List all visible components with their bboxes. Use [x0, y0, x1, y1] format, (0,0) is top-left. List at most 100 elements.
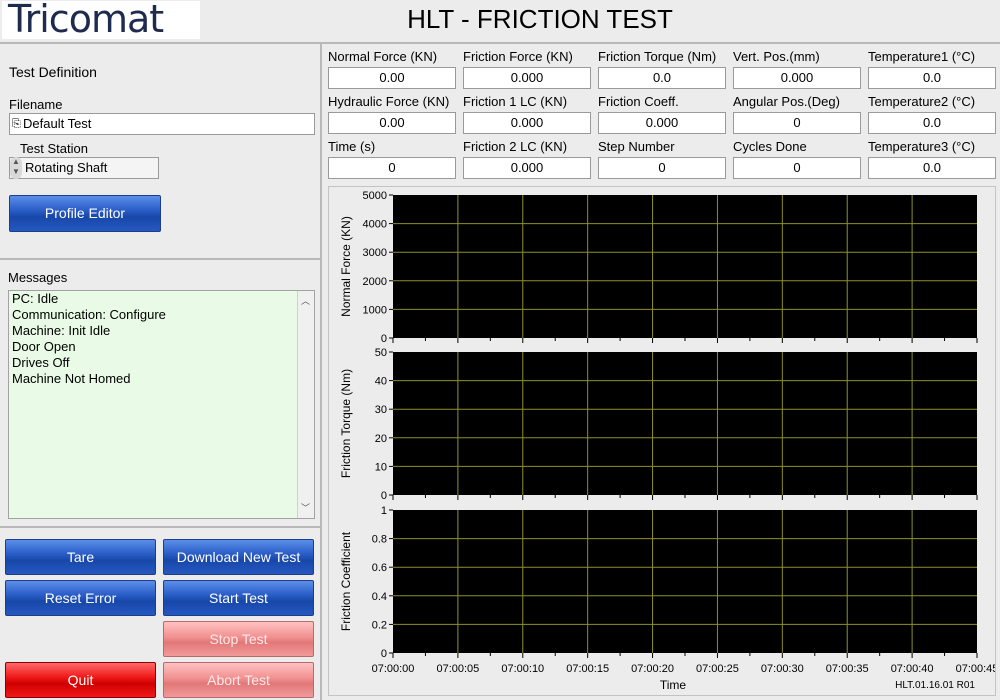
message-line: Machine: Init Idle — [12, 323, 111, 338]
page-title: HLT - FRICTION TEST — [407, 4, 673, 34]
x-tick-label: 07:00:15 — [566, 663, 609, 675]
plot-area — [393, 352, 977, 495]
scroll-up-icon[interactable]: ︿ — [301, 294, 310, 307]
readout-value: 0.000 — [463, 112, 591, 134]
y-tick-label: 0.8 — [372, 534, 387, 546]
y-tick-label: 4000 — [363, 219, 387, 231]
x-tick-label: 07:00:00 — [372, 663, 415, 675]
readout-value: 0.000 — [463, 67, 591, 89]
filename-value: Default Test — [23, 116, 92, 131]
y-axis-label: Friction Coefficient — [339, 531, 353, 631]
readout-label: Friction 1 LC (KN) — [463, 94, 568, 109]
plot-area — [393, 195, 977, 338]
readout-label: Temperature1 (°C) — [868, 49, 976, 64]
y-tick-label: 1000 — [363, 304, 387, 316]
readout-label: Time (s) — [328, 139, 376, 154]
station-spinner-icon[interactable]: ▲ ▼ — [10, 157, 22, 179]
x-tick-label: 07:00:30 — [761, 663, 804, 675]
readout-value: 0 — [733, 112, 861, 134]
y-tick-label: 2000 — [363, 276, 387, 288]
readout-label: Vert. Pos.(mm) — [733, 49, 820, 64]
readout-label: Friction Force (KN) — [463, 49, 573, 64]
readout-value: 0 — [733, 157, 861, 179]
messages-list[interactable]: PC: Idle Communication: Configure Machine:… — [8, 290, 315, 519]
readout-value: 0.00 — [328, 112, 456, 134]
y-tick-label: 10 — [375, 461, 387, 473]
messages-heading: Messages — [8, 270, 68, 285]
messages-scrollbar[interactable]: ︿ ﹀ — [297, 291, 314, 518]
message-line: PC: Idle — [12, 291, 59, 306]
tare-button[interactable]: Tare — [5, 539, 156, 575]
readout-label: Cycles Done — [733, 139, 807, 154]
readout-label: Hydraulic Force (KN) — [328, 94, 450, 109]
y-tick-label: 0 — [381, 333, 387, 345]
readout-value: 0.0 — [868, 157, 996, 179]
y-tick-label: 40 — [375, 376, 387, 388]
y-tick-label: 5000 — [363, 190, 387, 202]
x-tick-label: 07:00:05 — [436, 663, 479, 675]
x-tick-label: 07:00:25 — [696, 663, 739, 675]
y-tick-label: 0 — [381, 648, 387, 660]
readout-value: 0.0 — [868, 67, 996, 89]
y-tick-label: 50 — [375, 347, 387, 359]
x-tick-label: 07:00:10 — [501, 663, 544, 675]
charts-panel: 0 1000 2000 3000 4000 5000 Normal Force (KN) 0 1… — [328, 186, 996, 696]
readout-value: 0.00 — [328, 67, 456, 89]
abort-test-button[interactable]: Abort Test — [163, 662, 314, 698]
readout-label: Friction Coeff. — [598, 94, 679, 109]
reset-error-button[interactable]: Reset Error — [5, 580, 156, 616]
stop-test-button[interactable]: Stop Test — [163, 621, 314, 657]
test-definition-panel: Test Definition Filename ⎘ Default Test … — [0, 44, 322, 260]
version-label: HLT.01.16.01 R01 — [895, 680, 975, 691]
x-tick-label: 07:00:40 — [891, 663, 934, 675]
readout-value: 0.000 — [733, 67, 861, 89]
readout-value: 0.0 — [868, 112, 996, 134]
readout-label: Angular Pos.(Deg) — [733, 94, 840, 109]
tricomat-logo: Tricomat — [2, 0, 200, 41]
readout-value: 0.000 — [598, 112, 726, 134]
logo-text: Tricomat — [8, 0, 164, 41]
message-line: Drives Off — [12, 355, 70, 370]
message-line: Door Open — [12, 339, 76, 354]
plot-area — [393, 510, 977, 653]
file-browse-icon[interactable]: ⎘ — [12, 114, 21, 134]
profile-editor-button[interactable]: Profile Editor — [9, 195, 161, 232]
readout-label: Friction Torque (Nm) — [598, 49, 717, 64]
y-axis-label: Friction Torque (Nm) — [339, 369, 353, 478]
charts-svg: 0 1000 2000 3000 4000 5000 Normal Force (KN) 0 1… — [339, 190, 995, 692]
readout-label: Normal Force (KN) — [328, 49, 438, 64]
header-bar: Tricomat HLT - FRICTION TEST — [0, 0, 1000, 44]
download-new-test-button[interactable]: Download New Test — [163, 539, 314, 575]
y-tick-label: 20 — [375, 433, 387, 445]
test-definition-heading: Test Definition — [9, 64, 97, 80]
x-tick-label: 07:00:45 — [956, 663, 995, 675]
y-tick-label: 0.6 — [372, 562, 387, 574]
readout-label: Temperature2 (°C) — [868, 94, 976, 109]
y-tick-label: 0.4 — [372, 591, 387, 603]
x-tick-label: 07:00:20 — [631, 663, 674, 675]
start-test-button[interactable]: Start Test — [163, 580, 314, 616]
test-station-select[interactable]: ▲ ▼ Rotating Shaft — [9, 157, 159, 179]
readout-label: Step Number — [598, 139, 675, 154]
quit-button[interactable]: Quit — [5, 662, 156, 698]
message-line: Machine Not Homed — [12, 371, 131, 386]
filename-field[interactable]: ⎘ Default Test — [9, 113, 315, 135]
y-tick-label: 0.2 — [372, 619, 387, 631]
readout-label: Temperature3 (°C) — [868, 139, 976, 154]
y-tick-label: 30 — [375, 404, 387, 416]
scroll-down-icon[interactable]: ﹀ — [301, 501, 310, 514]
readout-value: 0.000 — [463, 157, 591, 179]
x-axis-label: Time — [660, 678, 687, 692]
filename-label: Filename — [9, 97, 63, 112]
y-axis-label: Normal Force (KN) — [339, 216, 353, 317]
readout-value: 0 — [598, 157, 726, 179]
y-tick-label: 0 — [381, 490, 387, 502]
message-line: Communication: Configure — [12, 307, 166, 322]
y-tick-label: 3000 — [363, 247, 387, 259]
test-station-value: Rotating Shaft — [25, 160, 108, 175]
x-tick-label: 07:00:35 — [826, 663, 869, 675]
readout-value: 0.0 — [598, 67, 726, 89]
readout-label: Friction 2 LC (KN) — [463, 139, 568, 154]
y-tick-label: 1 — [381, 505, 387, 517]
readout-value: 0 — [328, 157, 456, 179]
